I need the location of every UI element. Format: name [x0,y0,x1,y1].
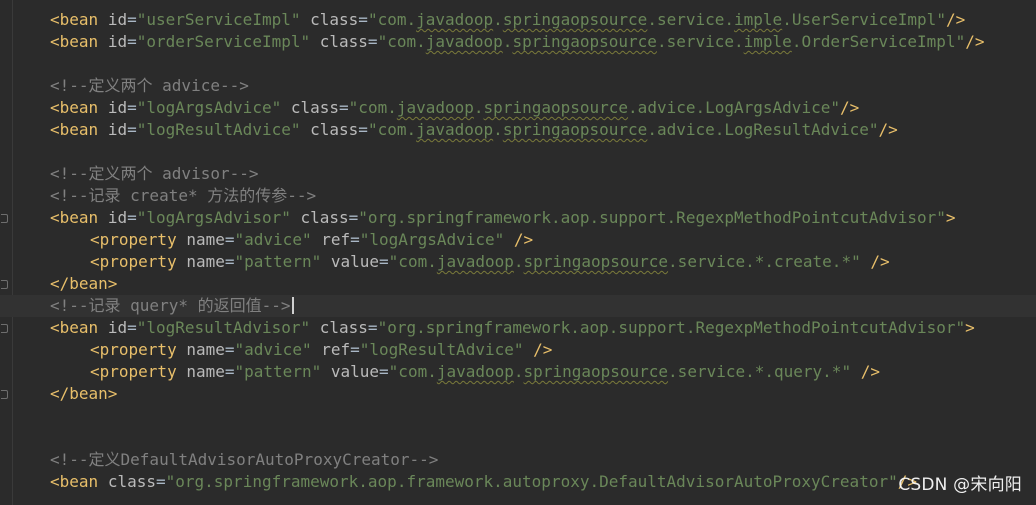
code-line[interactable]: <bean id="logResultAdvice" class="com.ja… [0,119,1036,141]
code-line[interactable]: <bean class="org.springframework.aop.fra… [0,471,1036,493]
code-line[interactable]: <!--记录 create* 方法的传参--> [0,185,1036,207]
code-line[interactable]: <!--定义DefaultAdvisorAutoProxyCreator--> [0,449,1036,471]
code-editor[interactable]: <bean id="userServiceImpl" class="com.ja… [0,0,1036,505]
code-line[interactable]: <property name="pattern" value="com.java… [0,251,1036,273]
code-line[interactable]: <!--定义两个 advice--> [0,75,1036,97]
code-line[interactable]: <bean id="userServiceImpl" class="com.ja… [0,9,1036,31]
text-caret [291,297,294,314]
code-line[interactable]: <bean id="orderServiceImpl" class="com.j… [0,31,1036,53]
code-line[interactable]: </bean> [0,273,1036,295]
code-line[interactable] [0,53,1036,75]
code-line[interactable] [0,141,1036,163]
code-line[interactable]: <property name="advice" ref="logResultAd… [0,339,1036,361]
csdn-watermark: CSDN @宋向阳 [898,475,1022,495]
code-lines[interactable]: <bean id="userServiceImpl" class="com.ja… [0,9,1036,493]
code-line[interactable]: <property name="pattern" value="com.java… [0,361,1036,383]
code-line[interactable]: <!--记录 query* 的返回值--> [0,295,1036,317]
code-line[interactable]: <property name="advice" ref="logArgsAdvi… [0,229,1036,251]
code-line[interactable]: <bean id="logArgsAdvisor" class="org.spr… [0,207,1036,229]
code-line[interactable]: <!--定义两个 advisor--> [0,163,1036,185]
code-line[interactable] [0,427,1036,449]
code-line[interactable] [0,405,1036,427]
code-line[interactable]: <bean id="logResultAdvisor" class="org.s… [0,317,1036,339]
code-line[interactable]: </bean> [0,383,1036,405]
code-line[interactable]: <bean id="logArgsAdvice" class="com.java… [0,97,1036,119]
